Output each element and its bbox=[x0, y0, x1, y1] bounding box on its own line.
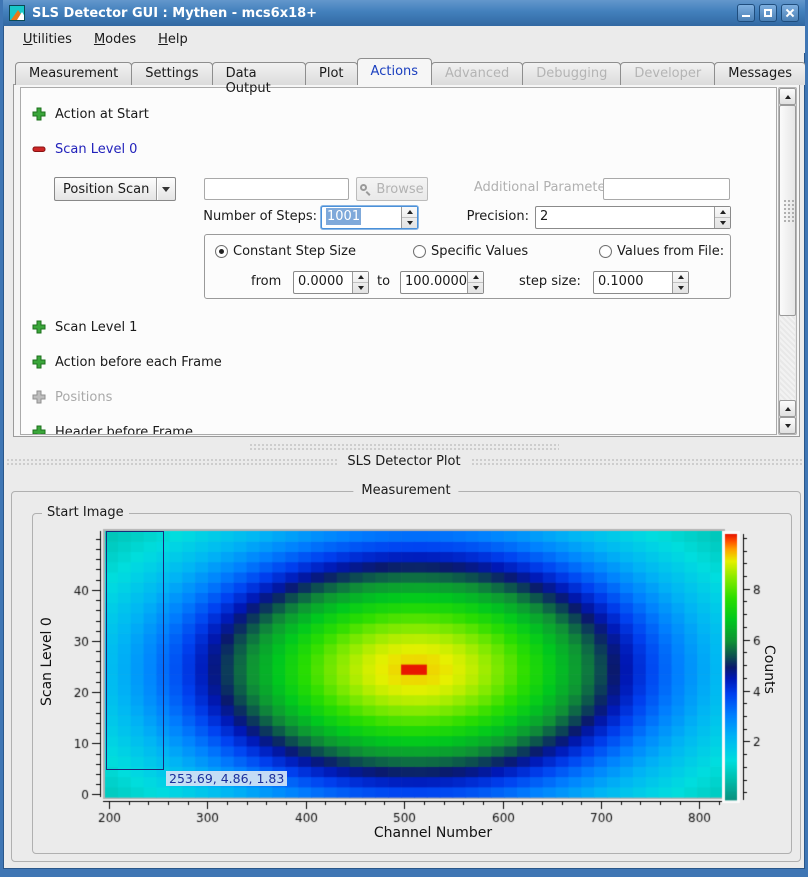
action-before-frame-row[interactable]: Action before each Frame bbox=[32, 354, 222, 370]
scan-level-0-row[interactable]: Scan Level 0 bbox=[32, 141, 137, 157]
action-row-label: Header before Frame bbox=[55, 425, 193, 436]
spin-up-icon[interactable] bbox=[353, 272, 368, 283]
action-at-start-row[interactable]: Action at Start bbox=[32, 106, 149, 122]
tab-measurement[interactable]: Measurement bbox=[15, 62, 132, 85]
tab-debugging: Debugging bbox=[522, 62, 621, 85]
step-size-label: step size: bbox=[519, 274, 581, 289]
x-axis-title: Channel Number bbox=[263, 825, 603, 841]
grip-dots-icon bbox=[783, 199, 794, 223]
app-window: SLS Detector GUI : Mythen - mcs6x18+ Uti… bbox=[0, 0, 808, 877]
tab-actions[interactable]: Actions bbox=[357, 58, 433, 85]
tab-data-output[interactable]: Data Output bbox=[212, 62, 306, 85]
browse-button[interactable]: Browse bbox=[356, 177, 428, 201]
vertical-scrollbar[interactable] bbox=[778, 87, 797, 435]
scroll-up-button-2[interactable] bbox=[779, 400, 796, 417]
additional-parameter-label: Additional Parameter: bbox=[471, 180, 615, 195]
action-row-label: Scan Level 0 bbox=[55, 142, 137, 157]
plot-dock-titlebar[interactable]: SLS Detector Plot bbox=[6, 453, 802, 469]
values-from-file-radio[interactable] bbox=[599, 245, 612, 258]
step-size-spinbox[interactable]: 0.1000 bbox=[593, 271, 689, 294]
expand-plus-icon[interactable] bbox=[32, 107, 46, 121]
tab-messages[interactable]: Messages bbox=[714, 62, 806, 85]
scrollbar-handle[interactable] bbox=[779, 105, 796, 316]
precision-spinbox[interactable]: 2 bbox=[535, 206, 731, 229]
minimize-button[interactable] bbox=[737, 4, 755, 22]
maximize-button[interactable] bbox=[759, 4, 777, 22]
measurement-group-title: Measurement bbox=[353, 483, 458, 498]
spin-up-icon[interactable] bbox=[402, 207, 417, 218]
specific-values-label: Specific Values bbox=[431, 244, 528, 259]
action-row-label: Action at Start bbox=[55, 107, 149, 122]
expand-plus-icon-disabled bbox=[32, 390, 46, 404]
start-image-group-title: Start Image bbox=[42, 505, 129, 520]
menubar: UtilitiesModesHelp bbox=[6, 26, 808, 53]
menu-help[interactable]: Help bbox=[149, 29, 197, 50]
maximize-icon bbox=[764, 9, 772, 17]
tab-settings[interactable]: Settings bbox=[131, 62, 212, 85]
step-options-group: Constant Step Size Specific Values Value… bbox=[204, 234, 731, 299]
start-image-group: Start Image Scan Level 0 Channel Number … bbox=[32, 513, 792, 854]
spin-down-icon[interactable] bbox=[468, 283, 483, 293]
menu-modes[interactable]: Modes bbox=[85, 29, 145, 50]
scan-mode-select[interactable]: Position Scan bbox=[54, 177, 176, 201]
actions-scroll-area: Action at Start Scan Level 0 Position Sc… bbox=[20, 87, 777, 435]
zoom-selection-rect bbox=[106, 531, 164, 770]
spin-down-icon[interactable] bbox=[402, 218, 417, 228]
scroll-down-button[interactable] bbox=[779, 417, 796, 434]
header-before-frame-row[interactable]: Header before Frame bbox=[32, 424, 193, 435]
action-row-label: Positions bbox=[55, 390, 112, 405]
minimize-icon bbox=[742, 15, 750, 17]
measurement-group: Measurement Start Image Scan Level 0 Cha… bbox=[11, 491, 801, 862]
action-row-label: Action before each Frame bbox=[55, 355, 222, 370]
number-of-steps-spinbox[interactable]: 1001 bbox=[321, 206, 418, 229]
splitter-handle[interactable] bbox=[3, 441, 805, 451]
spin-down-icon[interactable] bbox=[353, 283, 368, 293]
y-axis-title: Scan Level 0 bbox=[39, 532, 57, 792]
from-spinbox[interactable]: 0.0000 bbox=[293, 271, 369, 294]
tab-developer: Developer bbox=[620, 62, 715, 85]
expand-plus-icon[interactable] bbox=[32, 425, 46, 435]
spin-up-icon[interactable] bbox=[673, 272, 688, 283]
to-label: to bbox=[377, 274, 390, 289]
number-of-steps-label: Number of Steps: bbox=[171, 209, 317, 224]
expand-plus-icon[interactable] bbox=[32, 355, 46, 369]
spin-up-icon[interactable] bbox=[715, 207, 730, 218]
positions-row[interactable]: Positions bbox=[32, 389, 112, 405]
app-icon bbox=[9, 5, 25, 21]
constant-step-radio[interactable] bbox=[215, 245, 228, 258]
collapse-minus-icon[interactable] bbox=[32, 142, 46, 156]
spin-down-icon[interactable] bbox=[715, 218, 730, 228]
constant-step-label: Constant Step Size bbox=[233, 244, 356, 259]
to-spinbox[interactable]: 100.0000 bbox=[400, 271, 484, 294]
colorbar-title: Counts bbox=[759, 614, 777, 724]
tabbar: MeasurementSettingsData OutputPlotAction… bbox=[15, 57, 805, 85]
spin-up-icon[interactable] bbox=[468, 272, 483, 283]
spin-down-icon[interactable] bbox=[673, 283, 688, 293]
additional-parameter-input[interactable] bbox=[603, 178, 730, 200]
action-row-label: Scan Level 1 bbox=[55, 320, 137, 335]
expand-plus-icon[interactable] bbox=[32, 320, 46, 334]
cursor-readout: 253.69, 4.86, 1.83 bbox=[166, 771, 287, 786]
specific-values-radio[interactable] bbox=[413, 245, 426, 258]
values-from-file-label: Values from File: bbox=[617, 244, 724, 259]
tab-plot[interactable]: Plot bbox=[305, 62, 358, 85]
menu-utilities[interactable]: Utilities bbox=[14, 29, 81, 50]
precision-label: Precision: bbox=[455, 209, 529, 224]
plot-dock-title: SLS Detector Plot bbox=[347, 454, 460, 469]
magnifier-icon bbox=[360, 184, 371, 195]
from-label: from bbox=[251, 274, 281, 289]
actions-tab-panel: Action at Start Scan Level 0 Position Sc… bbox=[13, 84, 800, 437]
close-button[interactable] bbox=[781, 4, 799, 22]
scan-script-input[interactable] bbox=[204, 178, 349, 200]
scan-mode-value: Position Scan bbox=[63, 182, 149, 197]
window-title: SLS Detector GUI : Mythen - mcs6x18+ bbox=[32, 6, 730, 21]
scan-level-1-row[interactable]: Scan Level 1 bbox=[32, 319, 137, 335]
tab-advanced: Advanced bbox=[431, 62, 523, 85]
titlebar[interactable]: SLS Detector GUI : Mythen - mcs6x18+ bbox=[3, 0, 805, 26]
scroll-up-button[interactable] bbox=[779, 88, 796, 105]
chevron-down-icon bbox=[162, 187, 170, 192]
